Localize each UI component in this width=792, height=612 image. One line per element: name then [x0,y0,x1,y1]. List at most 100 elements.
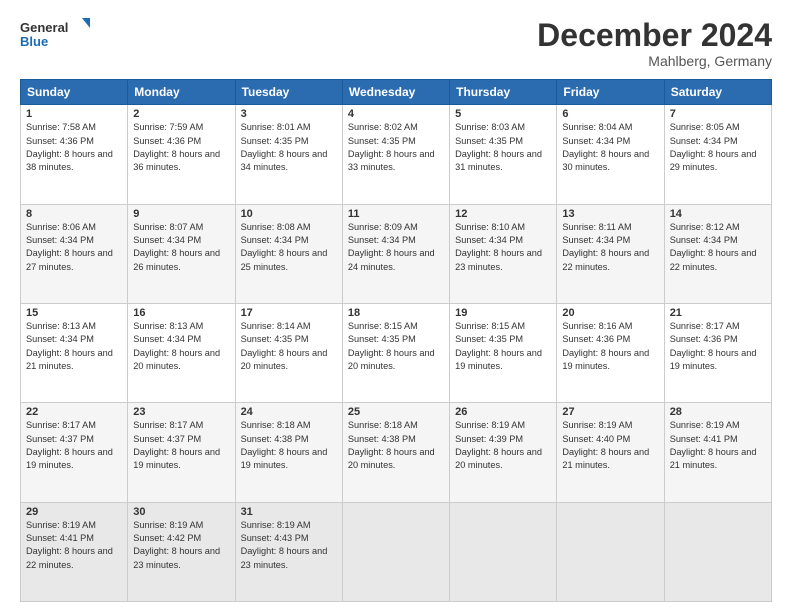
day-info: Sunrise: 8:13 AMSunset: 4:34 PMDaylight:… [26,320,122,373]
day-info: Sunrise: 8:07 AMSunset: 4:34 PMDaylight:… [133,221,229,274]
day-number: 18 [348,307,444,319]
day-cell: 30Sunrise: 8:19 AMSunset: 4:42 PMDayligh… [128,502,235,601]
day-cell: 7Sunrise: 8:05 AMSunset: 4:34 PMDaylight… [664,105,771,204]
day-info: Sunrise: 8:19 AMSunset: 4:43 PMDaylight:… [241,519,337,572]
day-info: Sunrise: 8:19 AMSunset: 4:41 PMDaylight:… [670,419,766,472]
day-cell: 28Sunrise: 8:19 AMSunset: 4:41 PMDayligh… [664,403,771,502]
day-number: 20 [562,307,658,319]
day-cell: 25Sunrise: 8:18 AMSunset: 4:38 PMDayligh… [342,403,449,502]
day-cell: 21Sunrise: 8:17 AMSunset: 4:36 PMDayligh… [664,303,771,402]
day-cell: 20Sunrise: 8:16 AMSunset: 4:36 PMDayligh… [557,303,664,402]
day-cell: 1Sunrise: 7:58 AMSunset: 4:36 PMDaylight… [21,105,128,204]
day-number: 7 [670,108,766,120]
week-row-5: 29Sunrise: 8:19 AMSunset: 4:41 PMDayligh… [21,502,772,601]
header-wednesday: Wednesday [342,80,449,105]
day-number: 3 [241,108,337,120]
day-cell: 13Sunrise: 8:11 AMSunset: 4:34 PMDayligh… [557,204,664,303]
day-cell [557,502,664,601]
day-number: 11 [348,208,444,220]
day-cell [450,502,557,601]
day-number: 15 [26,307,122,319]
day-number: 6 [562,108,658,120]
day-info: Sunrise: 8:08 AMSunset: 4:34 PMDaylight:… [241,221,337,274]
day-info: Sunrise: 8:13 AMSunset: 4:34 PMDaylight:… [133,320,229,373]
day-info: Sunrise: 8:17 AMSunset: 4:36 PMDaylight:… [670,320,766,373]
day-cell: 15Sunrise: 8:13 AMSunset: 4:34 PMDayligh… [21,303,128,402]
day-cell: 2Sunrise: 7:59 AMSunset: 4:36 PMDaylight… [128,105,235,204]
header-sunday: Sunday [21,80,128,105]
day-info: Sunrise: 8:12 AMSunset: 4:34 PMDaylight:… [670,221,766,274]
day-number: 17 [241,307,337,319]
day-number: 14 [670,208,766,220]
header-tuesday: Tuesday [235,80,342,105]
day-info: Sunrise: 8:19 AMSunset: 4:42 PMDaylight:… [133,519,229,572]
day-cell: 10Sunrise: 8:08 AMSunset: 4:34 PMDayligh… [235,204,342,303]
day-cell: 6Sunrise: 8:04 AMSunset: 4:34 PMDaylight… [557,105,664,204]
day-number: 21 [670,307,766,319]
day-cell: 8Sunrise: 8:06 AMSunset: 4:34 PMDaylight… [21,204,128,303]
day-cell: 19Sunrise: 8:15 AMSunset: 4:35 PMDayligh… [450,303,557,402]
day-number: 4 [348,108,444,120]
day-number: 9 [133,208,229,220]
day-number: 13 [562,208,658,220]
day-number: 24 [241,406,337,418]
day-cell: 5Sunrise: 8:03 AMSunset: 4:35 PMDaylight… [450,105,557,204]
day-cell: 26Sunrise: 8:19 AMSunset: 4:39 PMDayligh… [450,403,557,502]
day-number: 1 [26,108,122,120]
day-cell: 29Sunrise: 8:19 AMSunset: 4:41 PMDayligh… [21,502,128,601]
day-cell: 9Sunrise: 8:07 AMSunset: 4:34 PMDaylight… [128,204,235,303]
day-cell: 31Sunrise: 8:19 AMSunset: 4:43 PMDayligh… [235,502,342,601]
day-info: Sunrise: 8:14 AMSunset: 4:35 PMDaylight:… [241,320,337,373]
day-cell: 3Sunrise: 8:01 AMSunset: 4:35 PMDaylight… [235,105,342,204]
svg-text:General: General [20,20,68,35]
header: General Blue December 2024 Mahlberg, Ger… [20,18,772,69]
day-number: 23 [133,406,229,418]
title-block: December 2024 Mahlberg, Germany [537,18,772,69]
day-info: Sunrise: 8:06 AMSunset: 4:34 PMDaylight:… [26,221,122,274]
calendar-body: 1Sunrise: 7:58 AMSunset: 4:36 PMDaylight… [21,105,772,602]
day-number: 12 [455,208,551,220]
calendar-table: SundayMondayTuesdayWednesdayThursdayFrid… [20,79,772,602]
day-info: Sunrise: 8:11 AMSunset: 4:34 PMDaylight:… [562,221,658,274]
day-info: Sunrise: 7:59 AMSunset: 4:36 PMDaylight:… [133,121,229,174]
day-info: Sunrise: 8:16 AMSunset: 4:36 PMDaylight:… [562,320,658,373]
day-number: 31 [241,506,337,518]
day-info: Sunrise: 8:17 AMSunset: 4:37 PMDaylight:… [133,419,229,472]
location-subtitle: Mahlberg, Germany [537,53,772,69]
day-cell [342,502,449,601]
calendar-header-row: SundayMondayTuesdayWednesdayThursdayFrid… [21,80,772,105]
header-thursday: Thursday [450,80,557,105]
week-row-3: 15Sunrise: 8:13 AMSunset: 4:34 PMDayligh… [21,303,772,402]
day-info: Sunrise: 8:03 AMSunset: 4:35 PMDaylight:… [455,121,551,174]
day-cell: 24Sunrise: 8:18 AMSunset: 4:38 PMDayligh… [235,403,342,502]
day-cell: 23Sunrise: 8:17 AMSunset: 4:37 PMDayligh… [128,403,235,502]
day-info: Sunrise: 8:05 AMSunset: 4:34 PMDaylight:… [670,121,766,174]
header-friday: Friday [557,80,664,105]
day-info: Sunrise: 8:15 AMSunset: 4:35 PMDaylight:… [455,320,551,373]
day-info: Sunrise: 8:19 AMSunset: 4:39 PMDaylight:… [455,419,551,472]
day-cell: 17Sunrise: 8:14 AMSunset: 4:35 PMDayligh… [235,303,342,402]
day-info: Sunrise: 7:58 AMSunset: 4:36 PMDaylight:… [26,121,122,174]
day-number: 29 [26,506,122,518]
svg-text:Blue: Blue [20,34,48,49]
day-info: Sunrise: 8:18 AMSunset: 4:38 PMDaylight:… [348,419,444,472]
day-cell [664,502,771,601]
day-info: Sunrise: 8:10 AMSunset: 4:34 PMDaylight:… [455,221,551,274]
day-info: Sunrise: 8:19 AMSunset: 4:41 PMDaylight:… [26,519,122,572]
logo: General Blue [20,18,90,54]
day-info: Sunrise: 8:15 AMSunset: 4:35 PMDaylight:… [348,320,444,373]
day-info: Sunrise: 8:01 AMSunset: 4:35 PMDaylight:… [241,121,337,174]
header-saturday: Saturday [664,80,771,105]
day-number: 10 [241,208,337,220]
calendar-page: General Blue December 2024 Mahlberg, Ger… [0,0,792,612]
day-info: Sunrise: 8:18 AMSunset: 4:38 PMDaylight:… [241,419,337,472]
day-cell: 12Sunrise: 8:10 AMSunset: 4:34 PMDayligh… [450,204,557,303]
day-number: 28 [670,406,766,418]
day-number: 5 [455,108,551,120]
day-cell: 11Sunrise: 8:09 AMSunset: 4:34 PMDayligh… [342,204,449,303]
day-cell: 22Sunrise: 8:17 AMSunset: 4:37 PMDayligh… [21,403,128,502]
header-monday: Monday [128,80,235,105]
day-number: 27 [562,406,658,418]
day-number: 30 [133,506,229,518]
day-number: 16 [133,307,229,319]
